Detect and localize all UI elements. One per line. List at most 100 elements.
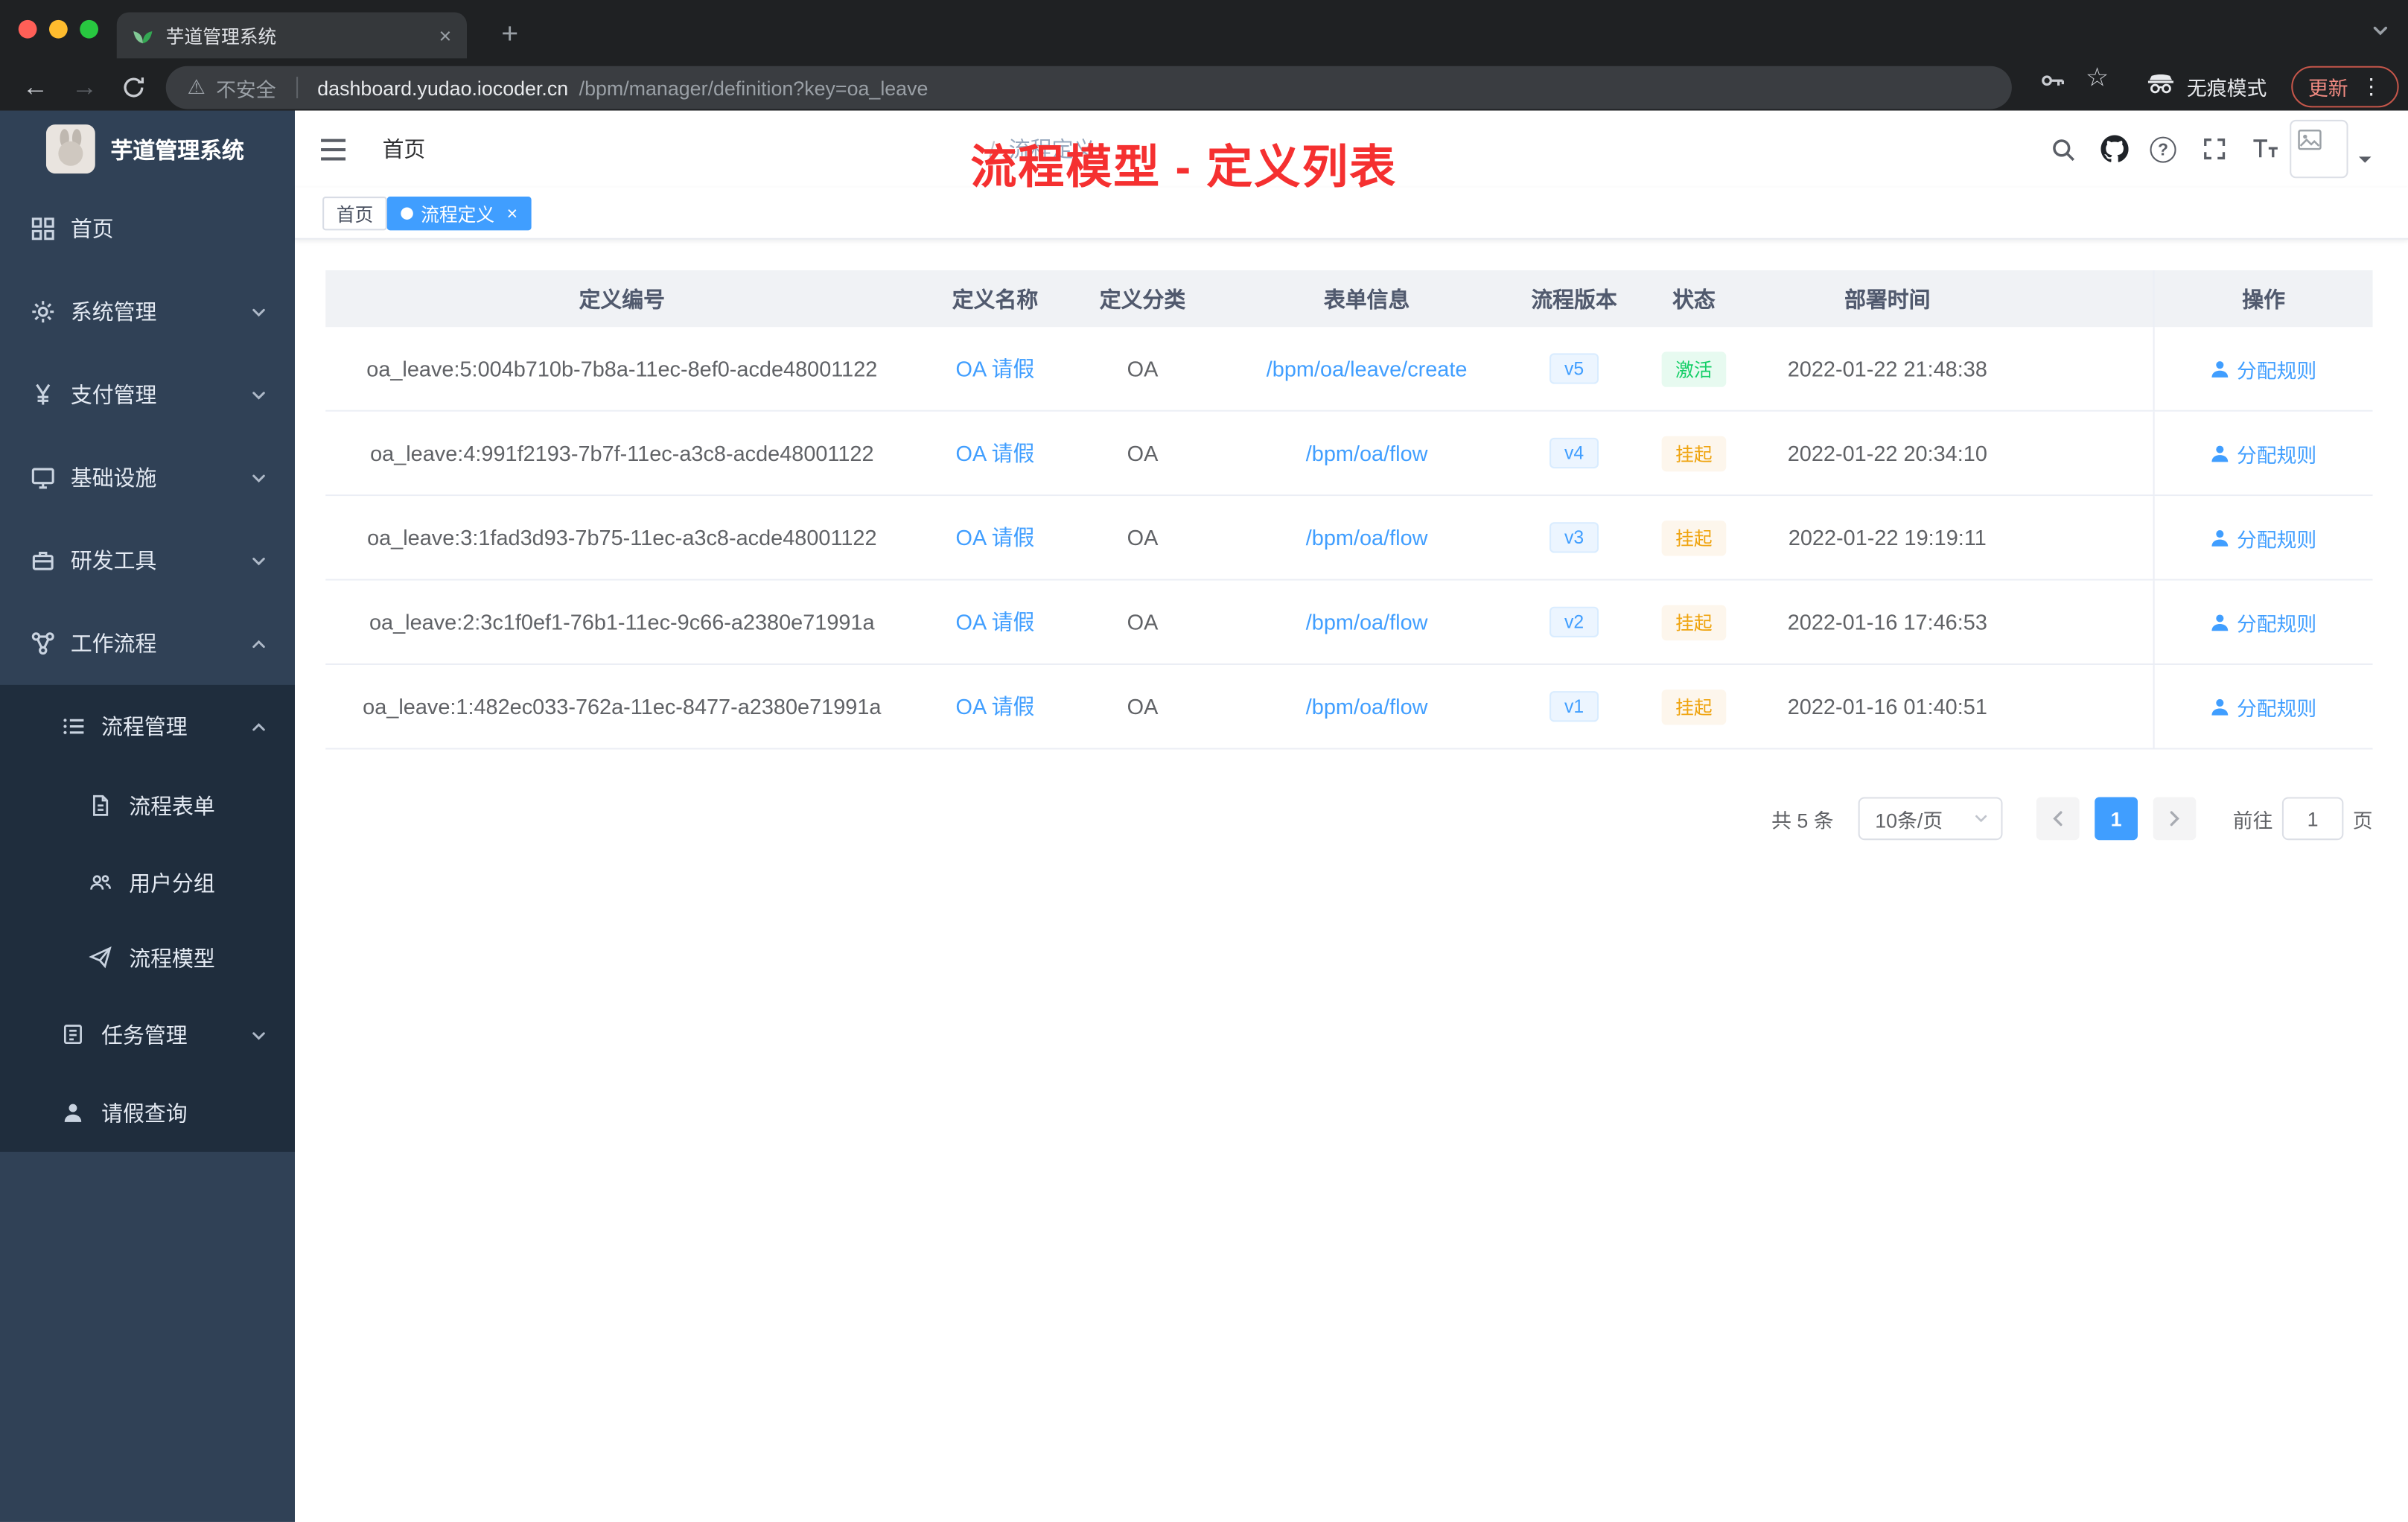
assign-rule-button[interactable]: 分配规则 — [2211, 692, 2316, 721]
sidebar-item-infrastructure[interactable]: 基础设施 — [0, 436, 295, 519]
user-icon — [2212, 698, 2229, 715]
assign-rule-button[interactable]: 分配规则 — [2211, 354, 2316, 383]
sidebar-item-label: 任务管理 — [101, 1022, 188, 1048]
sidebar-item-label: 流程模型 — [129, 945, 215, 970]
help-icon[interactable]: ? — [2150, 136, 2176, 163]
address-bar[interactable]: ⚠ 不安全 dashboard.yudao.iocoder.cn/bpm/man… — [165, 66, 2012, 109]
forward-button[interactable]: → — [62, 65, 108, 111]
sidebar-item-home[interactable]: 首页 — [0, 188, 295, 270]
bookmark-star-icon[interactable]: ☆ — [2086, 63, 2109, 94]
sidebar-item-payment-mgmt[interactable]: 支付管理 — [0, 353, 295, 436]
yen-icon — [31, 383, 55, 407]
sidebar-item-label: 流程管理 — [101, 714, 188, 739]
next-page-button[interactable] — [2153, 797, 2197, 841]
assign-rule-button[interactable]: 分配规则 — [2211, 523, 2316, 552]
status-badge[interactable]: 挂起 — [1661, 520, 1727, 555]
new-tab-button[interactable]: + — [488, 14, 532, 57]
table-header-row: 定义编号 定义名称 定义分类 表单信息 流程版本 状态 部署时间 操作 — [325, 270, 2373, 328]
update-label: 更新 — [2307, 77, 2348, 101]
status-badge[interactable]: 激活 — [1661, 351, 1727, 386]
close-window-button[interactable] — [18, 19, 37, 39]
maximize-window-button[interactable] — [80, 19, 98, 39]
tag-home[interactable]: 首页 — [322, 197, 387, 231]
sidebar-item-label: 系统管理 — [70, 299, 157, 325]
tag-close-icon[interactable]: × — [507, 203, 517, 224]
sidebar-collapse-hamburger-icon[interactable] — [319, 138, 347, 162]
url-domain: dashboard.yudao.iocoder.cn — [317, 76, 569, 100]
reload-button[interactable] — [111, 65, 157, 111]
tag-process-definition[interactable]: 流程定义 × — [386, 197, 532, 231]
form-link[interactable]: /bpm/oa/leave/create — [1267, 357, 1468, 381]
back-button[interactable]: ← — [13, 65, 59, 111]
tags-view-bar: 首页 流程定义 × — [295, 187, 2408, 240]
status-badge[interactable]: 挂起 — [1661, 604, 1727, 640]
avatar[interactable] — [2290, 119, 2348, 179]
definition-category: OA — [1127, 356, 1159, 381]
sidebar-item-process-mgmt[interactable]: 流程管理 — [0, 685, 295, 768]
address-divider — [296, 77, 298, 98]
assign-rule-button[interactable]: 分配规则 — [2211, 608, 2316, 637]
search-icon[interactable] — [2050, 137, 2076, 163]
definition-id: oa_leave:1:482ec033-762a-11ec-8477-a2380… — [363, 694, 882, 719]
definition-category: OA — [1127, 609, 1159, 634]
sidebar-item-task-mgmt[interactable]: 任务管理 — [0, 996, 295, 1075]
user-icon — [2212, 360, 2229, 377]
minimize-window-button[interactable] — [49, 19, 68, 39]
page-size-select[interactable]: 10条/页 — [1858, 797, 2003, 841]
font-size-icon[interactable] — [2252, 137, 2279, 162]
assign-rule-button[interactable]: 分配规则 — [2211, 439, 2316, 468]
security-label[interactable]: 不安全 — [216, 73, 275, 102]
sidebar-logo[interactable]: 芋道管理系统 — [0, 111, 295, 188]
sidebar-item-workflow[interactable]: 工作流程 — [0, 602, 295, 685]
sidebar-item-process-form[interactable]: 流程表单 — [0, 768, 295, 844]
form-link[interactable]: /bpm/oa/flow — [1306, 610, 1428, 634]
chevron-down-icon — [250, 552, 267, 569]
definition-name-link[interactable]: OA 请假 — [956, 691, 1035, 722]
browser-tab[interactable]: 芋道管理系统 × — [116, 12, 467, 59]
definition-name-link[interactable]: OA 请假 — [956, 353, 1035, 383]
status-badge[interactable]: 挂起 — [1661, 689, 1727, 725]
form-link[interactable]: /bpm/oa/flow — [1306, 525, 1428, 550]
current-page-button[interactable]: 1 — [2095, 797, 2138, 841]
sidebar-item-user-group[interactable]: 用户分组 — [0, 844, 295, 920]
update-button[interactable]: 更新 ⋮ — [2291, 66, 2399, 108]
tab-search-chevron-icon[interactable] — [2372, 22, 2390, 40]
prev-page-button[interactable] — [2036, 797, 2080, 841]
sidebar-item-process-model[interactable]: 流程模型 — [0, 920, 295, 995]
deploy-time: 2022-01-22 20:34:10 — [1787, 440, 1987, 465]
definition-category: OA — [1127, 525, 1159, 550]
chevron-right-icon — [2170, 811, 2179, 827]
chevron-down-icon — [250, 386, 267, 404]
list-icon — [62, 714, 86, 739]
column-header: 定义名称 — [952, 286, 1039, 311]
password-key-icon[interactable] — [2039, 68, 2065, 94]
browser-menu-kebab-icon[interactable]: ⋮ — [2360, 74, 2382, 100]
chevron-up-icon — [250, 718, 267, 735]
clipboard-icon — [62, 1023, 86, 1048]
sidebar-item-dev-tools[interactable]: 研发工具 — [0, 519, 295, 602]
user-icon — [2212, 445, 2229, 462]
monitor-icon — [31, 465, 55, 490]
sidebar-item-leave-query[interactable]: 请假查询 — [0, 1075, 295, 1152]
browser-chrome: 芋道管理系统 × + ← → ⚠ 不安全 dashboard.yudao.ioc… — [0, 0, 2408, 111]
form-link[interactable]: /bpm/oa/flow — [1306, 441, 1428, 465]
chevron-left-icon — [2053, 811, 2063, 827]
status-badge[interactable]: 挂起 — [1661, 435, 1727, 471]
deploy-time: 2022-01-22 21:48:38 — [1787, 356, 1987, 381]
definition-name-link[interactable]: OA 请假 — [956, 607, 1035, 637]
column-header: 定义分类 — [1099, 286, 1186, 311]
definition-name-link[interactable]: OA 请假 — [956, 522, 1035, 553]
definition-name-link[interactable]: OA 请假 — [956, 438, 1035, 468]
fullscreen-icon[interactable] — [2202, 137, 2227, 162]
tab-close-icon[interactable]: × — [439, 23, 451, 48]
goto-page-input[interactable] — [2281, 797, 2344, 841]
chevron-down-icon — [1975, 815, 1987, 823]
breadcrumb-home[interactable]: 首页 — [383, 133, 975, 164]
sidebar-item-system-mgmt[interactable]: 系统管理 — [0, 270, 295, 353]
tag-label: 流程定义 — [421, 203, 495, 226]
document-icon — [89, 794, 114, 818]
column-header: 流程版本 — [1531, 286, 1617, 311]
form-link[interactable]: /bpm/oa/flow — [1306, 694, 1428, 719]
user-icon — [2212, 529, 2229, 546]
github-icon[interactable] — [2100, 135, 2129, 163]
